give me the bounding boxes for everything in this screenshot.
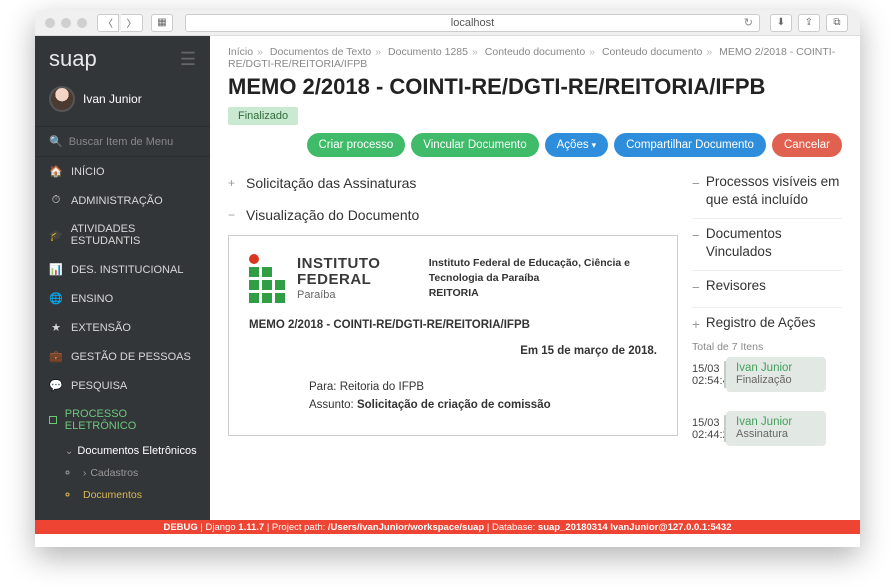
institute-sub: Paraíba	[297, 289, 415, 301]
grad-icon: 🎓	[49, 229, 63, 242]
doc-para-to: Para: Reitoria do IFPB	[249, 381, 657, 393]
main-content: Início» Documentos de Texto» Documento 1…	[210, 36, 860, 526]
plus-icon: +	[692, 316, 700, 334]
crumb[interactable]: Documentos de Texto	[270, 46, 371, 58]
sidebar-item-pesquisa[interactable]: 💬PESQUISA	[35, 371, 210, 400]
minus-icon: −	[692, 175, 700, 193]
sidebar: suap ☰ Ivan Junior 🔍 Buscar Item de Menu…	[35, 36, 210, 526]
globe-icon: 🌐	[49, 292, 63, 305]
caret-down-icon: ▾	[592, 140, 597, 150]
window-controls[interactable]	[45, 18, 87, 28]
institute-logo-icon	[249, 254, 285, 303]
sidebar-item-admin[interactable]: ⏱ADMINISTRAÇÃO	[35, 186, 210, 215]
sidebar-sub-cadastros[interactable]: ›Cadastros	[79, 462, 210, 484]
log-item: 15/03 02:44:28 Ivan Junior Assinatura	[692, 413, 842, 445]
sidebar-item-des[interactable]: 📊DES. INSTITUCIONAL	[35, 255, 210, 284]
sidebar-item-inicio[interactable]: 🏠INÍCIO	[35, 157, 210, 186]
share-button[interactable]: ⇪	[798, 14, 820, 32]
menu-icon[interactable]: ☰	[180, 49, 196, 70]
doc-title: MEMO 2/2018 - COINTI-RE/DGTI-RE/REITORIA…	[249, 319, 657, 331]
institute-name: INSTITUTO FEDERAL	[297, 256, 415, 289]
back-button[interactable]: 〈	[97, 14, 119, 32]
search-icon: 🔍	[49, 135, 63, 148]
sidebar-item-gestao[interactable]: 💼GESTÃO DE PESSOAS	[35, 342, 210, 371]
user-name: Ivan Junior	[83, 92, 142, 106]
doc-assunto: Assunto: Solicitação de criação de comis…	[249, 399, 657, 411]
crumb[interactable]: Conteudo documento	[485, 46, 585, 58]
sidebar-item-ensino[interactable]: 🌐ENSINO	[35, 284, 210, 313]
institute-desc: Instituto Federal de Educação, Ciência e…	[429, 256, 657, 285]
sidebar-item-atividades[interactable]: 🎓ATIVIDADES ESTUDANTIS	[35, 215, 210, 255]
minus-icon: −	[692, 227, 700, 245]
vincular-documento-button[interactable]: Vincular Documento	[411, 133, 538, 157]
side-revisores[interactable]: −Revisores	[692, 277, 842, 297]
side-vinculados[interactable]: −Documentos Vinculados	[692, 225, 842, 260]
chevron-down-icon: ⌄	[65, 446, 73, 457]
page-title: MEMO 2/2018 - COINTI-RE/DGTI-RE/REITORIA…	[210, 72, 860, 106]
status-badge: Finalizado	[228, 107, 298, 125]
sidebar-item-processo[interactable]: PROCESSO ELETRÔNICO	[35, 400, 210, 440]
log-tooltip: Ivan Junior Assinatura	[726, 411, 826, 446]
clock-icon: ⏱	[49, 194, 63, 207]
case-icon: 💼	[49, 350, 63, 363]
cancelar-button[interactable]: Cancelar	[772, 133, 842, 157]
download-button[interactable]: ⬇	[770, 14, 792, 32]
minus-icon: −	[692, 279, 700, 297]
chat-icon: 💬	[49, 379, 63, 392]
user-menu[interactable]: Ivan Junior	[35, 80, 210, 126]
chart-icon: 📊	[49, 263, 63, 276]
star-icon: ★	[49, 321, 63, 334]
square-icon	[49, 416, 57, 424]
avatar	[49, 86, 75, 112]
address-bar[interactable]: localhost ↻	[185, 14, 760, 32]
search-input[interactable]: 🔍 Buscar Item de Menu	[35, 126, 210, 157]
chevron-right-icon: ›	[83, 468, 86, 479]
crumb[interactable]: Início	[228, 46, 253, 58]
side-processos[interactable]: −Processos visíveis em que está incluído	[692, 173, 842, 208]
crumb[interactable]: Conteudo documento	[602, 46, 702, 58]
log-item: 15/03 02:54:45 Ivan Junior Finalização	[692, 359, 842, 391]
search-placeholder: Buscar Item de Menu	[69, 136, 174, 148]
breadcrumb: Início» Documentos de Texto» Documento 1…	[210, 36, 860, 72]
url-text: localhost	[451, 17, 494, 29]
debug-bar: DEBUG | Django 1.11.7 | Project path: /U…	[35, 520, 860, 534]
acoes-dropdown[interactable]: Ações▾	[545, 133, 609, 157]
log-tooltip: Ivan Junior Finalização	[726, 357, 826, 392]
sidebar-item-extensao[interactable]: ★EXTENSÃO	[35, 313, 210, 342]
document-preview: INSTITUTO FEDERAL Paraíba Instituto Fede…	[228, 235, 678, 436]
criar-processo-button[interactable]: Criar processo	[307, 133, 406, 157]
sidebar-toggle-button[interactable]: ▦	[151, 14, 173, 32]
plus-icon: +	[228, 176, 238, 190]
side-registro[interactable]: +Registro de Ações	[692, 314, 842, 334]
sidebar-sub-documentos-eletronicos[interactable]: ⌄Documentos Eletrônicos	[61, 440, 210, 462]
compartilhar-button[interactable]: Compartilhar Documento	[614, 133, 766, 157]
home-icon: 🏠	[49, 165, 63, 178]
crumb[interactable]: Documento 1285	[388, 46, 468, 58]
forward-button[interactable]: 〉	[121, 14, 143, 32]
reload-icon[interactable]: ↻	[744, 16, 753, 29]
institute-unit: REITORIA	[429, 286, 657, 301]
sidebar-sub-documentos[interactable]: Documentos	[79, 484, 210, 506]
app-logo: suap	[49, 46, 97, 72]
doc-date: Em 15 de março de 2018.	[249, 345, 657, 357]
browser-toolbar: 〈 〉 ▦ localhost ↻ ⬇ ⇪ ⧉	[35, 10, 860, 36]
side-total: Total de 7 Itens	[692, 333, 842, 359]
section-assinaturas[interactable]: + Solicitação das Assinaturas	[228, 167, 678, 199]
tabs-button[interactable]: ⧉	[826, 14, 848, 32]
minus-icon: −	[228, 208, 238, 222]
section-visualizacao[interactable]: − Visualização do Documento	[228, 199, 678, 231]
